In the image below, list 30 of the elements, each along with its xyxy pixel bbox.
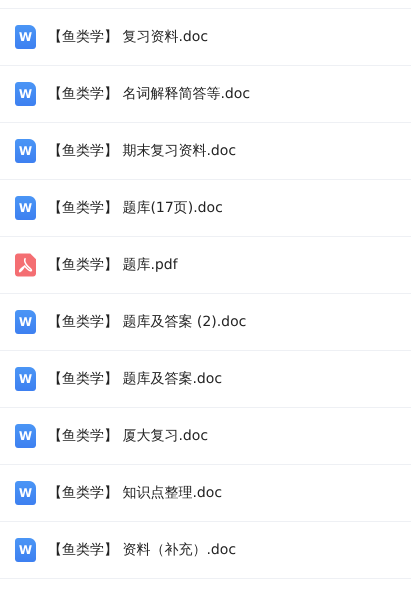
file-item[interactable]: W 【鱼类学】 厦大复习.doc xyxy=(0,407,411,464)
file-item[interactable]: W 【鱼类学】 期末复习资料.doc xyxy=(0,122,411,179)
document-icon: W xyxy=(15,310,36,334)
document-icon: W xyxy=(15,424,36,448)
file-name: 【鱼类学】 期末复习资料.doc xyxy=(48,142,236,160)
document-icon: W xyxy=(15,538,36,562)
file-item[interactable]: W 【鱼类学】 名词解释简答等.doc xyxy=(0,65,411,122)
file-item[interactable]: W 【鱼类学】 知识点整理.doc xyxy=(0,464,411,521)
file-item[interactable]: W 【鱼类学】 题库及答案 (2).doc xyxy=(0,293,411,350)
file-item[interactable]: W 【鱼类学】 题库(17页).doc xyxy=(0,179,411,236)
file-name: 【鱼类学】 题库.pdf xyxy=(48,256,178,274)
document-icon: W xyxy=(15,196,36,220)
file-name: 【鱼类学】 复习资料.doc xyxy=(48,28,208,46)
file-name: 【鱼类学】 题库(17页).doc xyxy=(48,199,223,217)
pdf-icon xyxy=(15,253,36,277)
file-name: 【鱼类学】 题库及答案.doc xyxy=(48,370,222,388)
file-name: 【鱼类学】 厦大复习.doc xyxy=(48,427,208,445)
file-name: 【鱼类学】 名词解释简答等.doc xyxy=(48,85,250,103)
file-name: 【鱼类学】 资料（补充）.doc xyxy=(48,541,236,559)
document-icon: W xyxy=(15,481,36,505)
document-icon: W xyxy=(15,25,36,49)
file-item[interactable]: W 【鱼类学】 复习资料.doc xyxy=(0,8,411,65)
document-icon: W xyxy=(15,367,36,391)
document-icon: W xyxy=(15,139,36,163)
file-item[interactable]: W 【鱼类学】 资料（补充）.doc xyxy=(0,521,411,579)
file-name: 【鱼类学】 题库及答案 (2).doc xyxy=(48,313,246,331)
document-icon: W xyxy=(15,82,36,106)
file-name: 【鱼类学】 知识点整理.doc xyxy=(48,484,222,502)
file-item[interactable]: W 【鱼类学】 题库及答案.doc xyxy=(0,350,411,407)
file-item[interactable]: 【鱼类学】 题库.pdf xyxy=(0,236,411,293)
